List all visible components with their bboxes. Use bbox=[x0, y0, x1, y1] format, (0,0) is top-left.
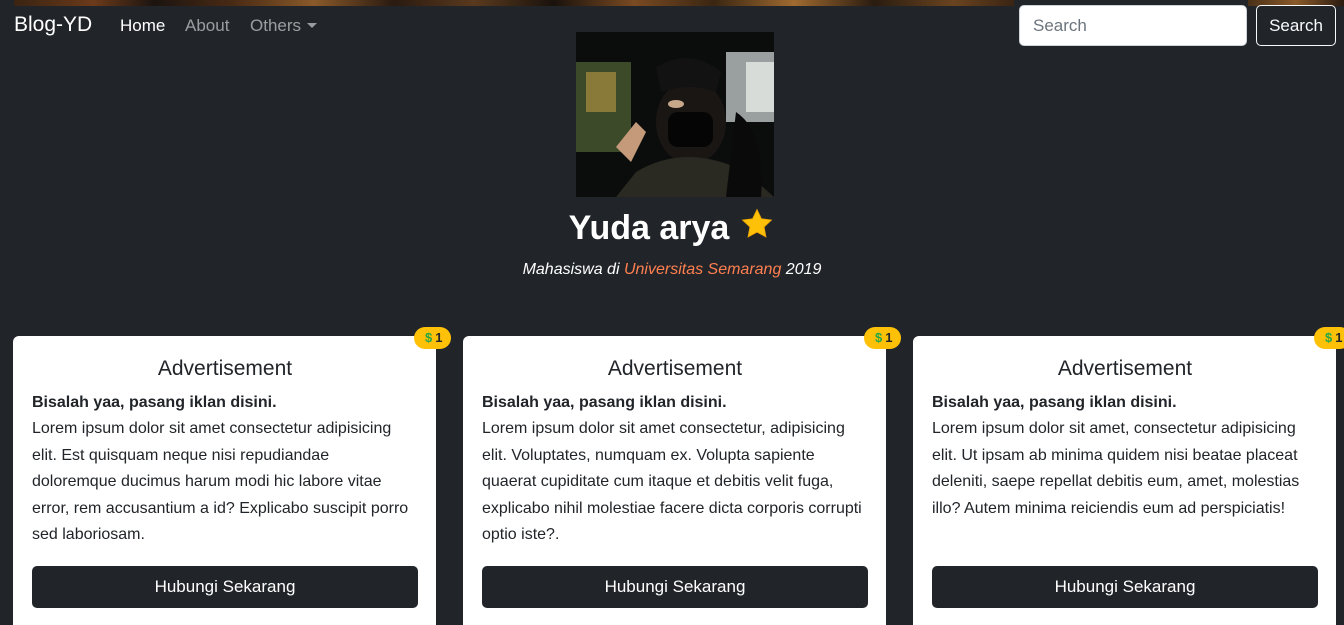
dollar-icon: $ bbox=[425, 330, 433, 345]
card-text: Lorem ipsum dolor sit amet consectetur a… bbox=[32, 420, 409, 543]
search-input[interactable] bbox=[1019, 5, 1247, 46]
profile-photo-image bbox=[576, 32, 774, 197]
card-text: Lorem ipsum dolor sit amet consectetur, … bbox=[482, 420, 862, 543]
contact-button[interactable]: Hubungi Sekarang bbox=[932, 566, 1318, 608]
nav-item-others-label: Others bbox=[250, 16, 302, 35]
card-title: Advertisement bbox=[157, 357, 293, 380]
search-button[interactable]: Search bbox=[1256, 5, 1336, 46]
profile-photo bbox=[576, 32, 774, 197]
ad-card: Advertisement Bisalah yaa, pasang iklan … bbox=[463, 336, 886, 625]
nav-item-home[interactable]: Home bbox=[120, 16, 165, 36]
profile-name-text: Yuda arya bbox=[568, 209, 730, 247]
nav-item-others-dropdown[interactable]: Others bbox=[250, 16, 318, 36]
card-lead: Bisalah yaa, pasang iklan disini. bbox=[32, 394, 277, 411]
coin-badge: $1 bbox=[1314, 327, 1344, 349]
subtitle-year: 2019 bbox=[781, 261, 822, 278]
university-link[interactable]: Universitas Semarang bbox=[624, 261, 781, 278]
card-lead: Bisalah yaa, pasang iklan disini. bbox=[932, 394, 1177, 411]
contact-button[interactable]: Hubungi Sekarang bbox=[32, 566, 418, 608]
badge-count: 1 bbox=[435, 330, 443, 345]
profile-name: Yuda arya bbox=[0, 207, 1344, 250]
chevron-down-icon bbox=[307, 23, 318, 28]
dollar-icon: $ bbox=[1325, 330, 1333, 345]
coin-badge: $1 bbox=[864, 327, 902, 349]
profile-subtitle: Mahasiswa di Universitas Semarang 2019 bbox=[0, 261, 1344, 279]
contact-button[interactable]: Hubungi Sekarang bbox=[482, 566, 868, 608]
card-title: Advertisement bbox=[607, 357, 743, 380]
dollar-icon: $ bbox=[875, 330, 883, 345]
card-lead: Bisalah yaa, pasang iklan disini. bbox=[482, 394, 727, 411]
ad-card: Advertisement Bisalah yaa, pasang iklan … bbox=[913, 336, 1336, 625]
navbar-brand[interactable]: Blog-YD bbox=[14, 13, 92, 37]
ad-card: Advertisement Bisalah yaa, pasang iklan … bbox=[13, 336, 436, 625]
card-text: Lorem ipsum dolor sit amet, consectetur … bbox=[932, 420, 1300, 517]
subtitle-prefix: Mahasiswa di bbox=[522, 261, 624, 278]
badge-count: 1 bbox=[885, 330, 893, 345]
nav-item-about[interactable]: About bbox=[185, 16, 229, 36]
coin-badge: $1 bbox=[414, 327, 452, 349]
card-title: Advertisement bbox=[1057, 357, 1193, 380]
star-icon bbox=[739, 207, 775, 250]
badge-count: 1 bbox=[1335, 330, 1343, 345]
